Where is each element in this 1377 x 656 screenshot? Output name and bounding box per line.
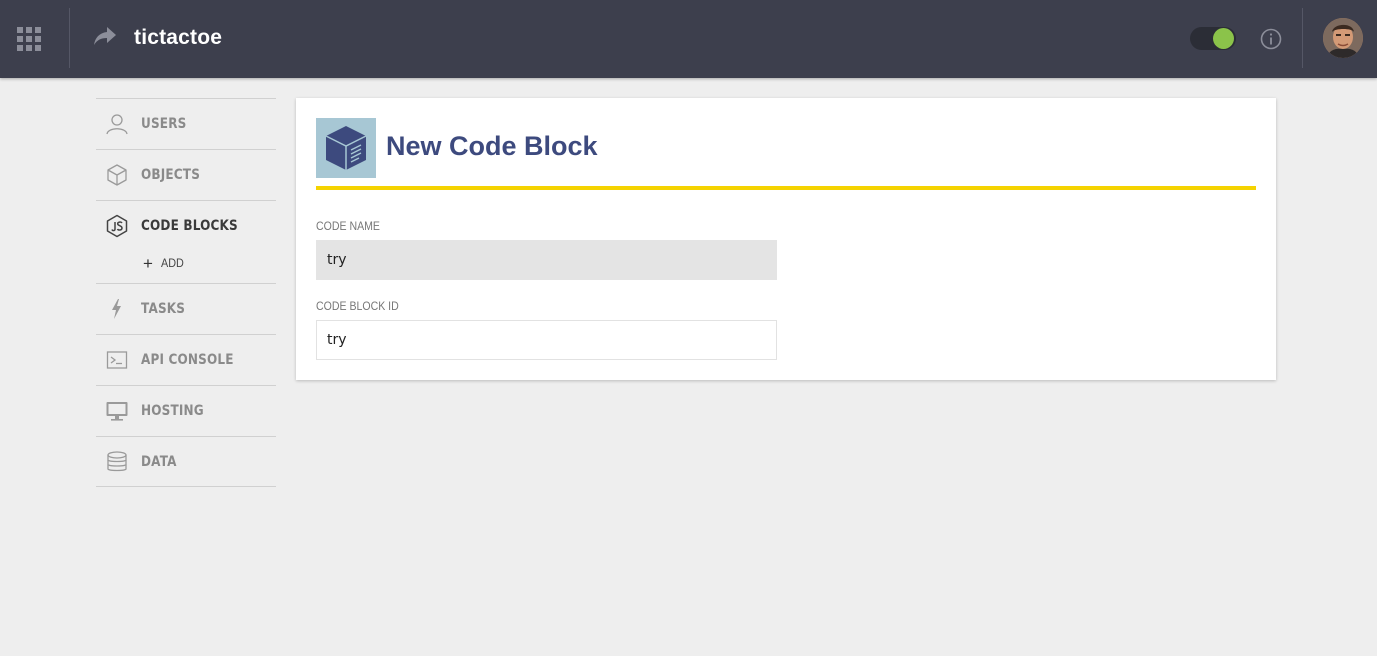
sidebar-item-api-console[interactable]: API CONSOLE [96,334,276,385]
divider [1302,8,1303,68]
add-code-block-link[interactable]: + ADD [143,252,186,274]
environment-toggle[interactable] [1190,27,1236,50]
js-icon [105,214,129,238]
code-block-id-input[interactable]: try [316,320,777,360]
code-block-icon [316,118,376,178]
user-avatar[interactable] [1323,18,1363,58]
sidebar-item-tasks[interactable]: TASKS [96,283,276,334]
plus-icon: + [143,253,153,273]
sidebar-item-data[interactable]: DATA [96,436,276,487]
page-title: New Code Block [386,131,598,161]
apps-grid-icon[interactable] [17,27,41,51]
app-title: tictactoe [134,26,223,49]
info-icon[interactable] [1259,27,1283,51]
code-block-card: New Code Block CODE NAME try CODE BLOCK … [296,98,1276,380]
code-block-id-label: CODE BLOCK ID [316,299,399,313]
sidebar-item-label: TASKS [141,301,186,317]
add-label: ADD [160,256,184,270]
share-arrow-icon[interactable] [92,25,118,47]
sidebar-item-label: DATA [141,454,177,470]
sidebar-item-code-blocks[interactable]: CODE BLOCKS + ADD [96,200,276,283]
divider [69,8,70,68]
monitor-icon [105,399,129,423]
sidebar-item-label: OBJECTS [141,167,201,183]
cube-icon [105,163,129,187]
sidebar-item-hosting[interactable]: HOSTING [96,385,276,436]
lightning-icon [105,297,129,321]
toggle-knob [1213,28,1234,49]
user-icon [105,112,129,136]
title-underline [316,186,1256,190]
top-bar: tictactoe [0,0,1377,78]
code-name-label: CODE NAME [316,219,380,233]
code-name-input[interactable]: try [316,240,777,280]
database-icon [105,450,129,474]
sidebar-item-label: CODE BLOCKS [141,218,238,234]
sidebar-nav: USERS OBJECTS CODE BLOCKS + ADD TASKS AP… [96,98,276,487]
sidebar-item-objects[interactable]: OBJECTS [96,149,276,200]
sidebar-item-label: USERS [141,116,187,132]
terminal-icon [105,348,129,372]
sidebar-item-label: HOSTING [141,403,204,419]
sidebar-item-label: API CONSOLE [141,352,234,368]
sidebar-item-users[interactable]: USERS [96,98,276,149]
